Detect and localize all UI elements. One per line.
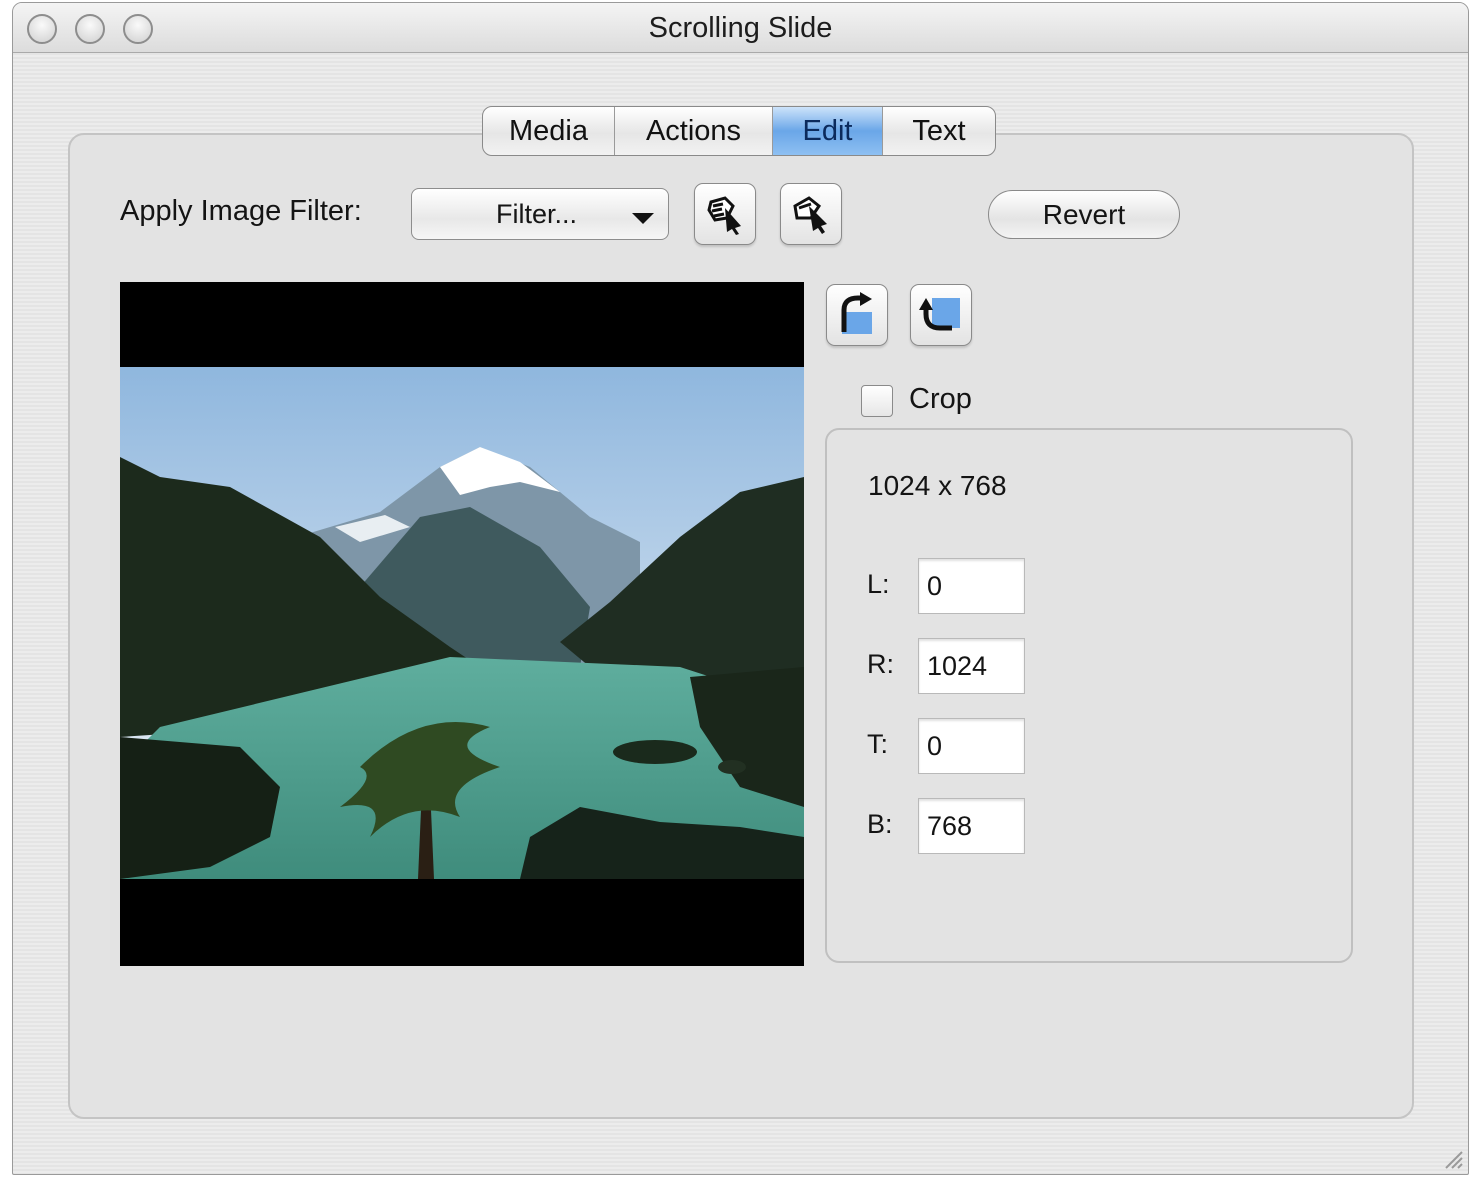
window-title: Scrolling Slide — [648, 12, 833, 44]
filter-selected-value: Filter... — [496, 199, 578, 229]
image-preview[interactable] — [120, 282, 804, 966]
crop-right-label: R: — [867, 649, 894, 679]
crop-bottom-field[interactable] — [918, 798, 1025, 854]
rotate-clockwise-icon — [841, 292, 872, 334]
crop-bottom-label: B: — [867, 809, 893, 839]
rotate-counterclockwise-icon — [919, 298, 960, 331]
tab-text[interactable]: Text — [883, 107, 995, 155]
main-window: Scrolling Slide Media Actions Edit Text … — [12, 2, 1469, 1175]
crop-settings-box — [825, 428, 1353, 963]
revert-button[interactable]: Revert — [988, 190, 1180, 239]
tab-bar: Media Actions Edit Text — [482, 106, 996, 156]
filter-select[interactable]: Filter... — [411, 188, 669, 240]
tab-actions[interactable]: Actions — [615, 107, 773, 155]
undo-filter-button[interactable] — [780, 183, 842, 245]
crop-right-field[interactable] — [918, 638, 1025, 694]
chevron-down-icon — [632, 213, 654, 224]
crop-left-field[interactable] — [918, 558, 1025, 614]
filter-label: Apply Image Filter: — [120, 195, 362, 227]
crop-label: Crop — [909, 383, 972, 415]
crop-top-field[interactable] — [918, 718, 1025, 774]
title-bar[interactable]: Scrolling Slide — [13, 3, 1468, 53]
tab-edit[interactable]: Edit — [773, 107, 883, 155]
crop-top-label: T: — [867, 729, 889, 759]
landscape-photo — [120, 367, 804, 879]
apply-filter-button[interactable] — [694, 183, 756, 245]
crop-checkbox[interactable] — [861, 385, 893, 417]
resize-grip-icon[interactable] — [1442, 1148, 1464, 1170]
rotate-counterclockwise-button[interactable] — [910, 284, 972, 346]
magic-wand-apply-icon — [707, 196, 741, 235]
crop-left-label: L: — [867, 569, 890, 599]
magic-wand-undo-icon — [793, 196, 827, 234]
image-dimensions: 1024 x 768 — [868, 470, 1007, 501]
tab-media[interactable]: Media — [483, 107, 615, 155]
rotate-clockwise-button[interactable] — [826, 284, 888, 346]
